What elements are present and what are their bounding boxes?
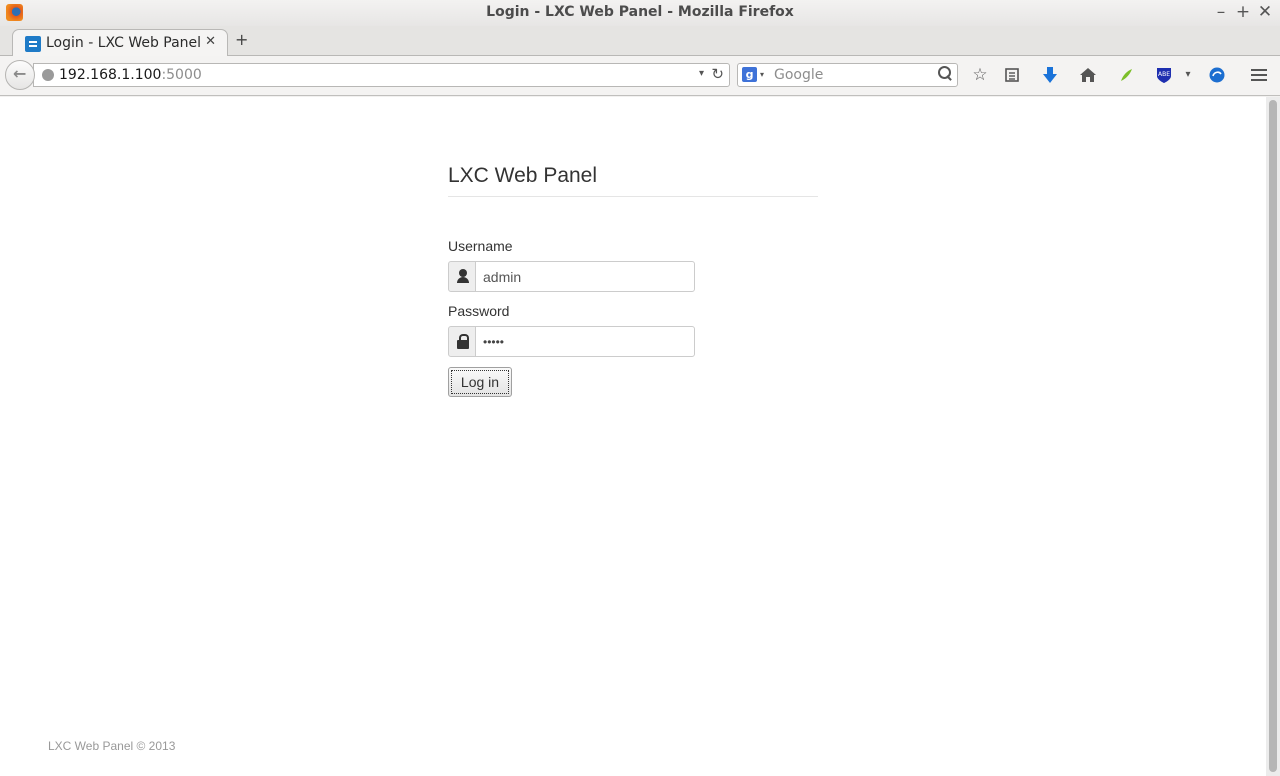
menu-icon[interactable] (1248, 64, 1270, 86)
engine-dropdown-icon[interactable]: ▾ (760, 70, 764, 79)
user-icon (448, 261, 476, 292)
maximize-button[interactable]: + (1234, 2, 1252, 22)
url-host: 192.168.1.100 (59, 67, 162, 83)
home-icon[interactable] (1077, 64, 1099, 86)
minimize-button[interactable]: – (1212, 2, 1230, 22)
globe-icon (42, 69, 54, 81)
username-group: admin (448, 261, 695, 292)
url-text[interactable]: 192.168.1.100:5000 (59, 67, 202, 83)
page-content: LXC Web Panel Username admin Password ••… (0, 97, 1266, 776)
scrollbar-thumb[interactable] (1269, 100, 1277, 772)
reading-list-icon[interactable] (1001, 64, 1023, 86)
url-bar[interactable]: 192.168.1.100:5000 ▾ ↻ (33, 63, 730, 87)
search-bar[interactable]: g ▾ Google (737, 63, 958, 87)
password-field[interactable]: ••••• (475, 326, 695, 357)
page-title: LXC Web Panel (448, 164, 598, 187)
new-tab-button[interactable]: + (235, 30, 248, 49)
navigation-toolbar: 192.168.1.100:5000 ▾ ↻ g ▾ Google ☆ ABE … (0, 56, 1280, 96)
search-input[interactable]: Google (774, 67, 823, 83)
back-button[interactable] (5, 60, 35, 90)
search-icon[interactable] (938, 66, 953, 81)
lock-icon (448, 326, 476, 357)
tab-title: Login - LXC Web Panel (46, 35, 202, 51)
url-history-dropdown-icon[interactable]: ▾ (699, 68, 704, 79)
sync-icon[interactable] (1206, 64, 1228, 86)
window-title: Login - LXC Web Panel - Mozilla Firefox (486, 4, 794, 20)
window-titlebar: Login - LXC Web Panel - Mozilla Firefox … (0, 0, 1280, 26)
url-port: :5000 (161, 67, 202, 83)
leaf-icon[interactable] (1115, 64, 1137, 86)
login-button[interactable]: Log in (448, 367, 512, 397)
footer-copyright: LXC Web Panel © 2013 (48, 739, 176, 753)
tab-strip: Login - LXC Web Panel ✕ (0, 26, 1280, 57)
tab-login[interactable]: Login - LXC Web Panel ✕ (12, 29, 228, 57)
tab-close-icon[interactable]: ✕ (205, 34, 216, 49)
abe-icon[interactable]: ABE (1153, 64, 1175, 86)
bookmark-star-icon[interactable]: ☆ (969, 64, 991, 86)
title-divider (448, 196, 818, 197)
close-window-button[interactable]: ✕ (1256, 2, 1274, 22)
username-field[interactable]: admin (475, 261, 695, 292)
lxc-favicon-icon (25, 36, 41, 52)
password-group: ••••• (448, 326, 695, 357)
vertical-scrollbar[interactable] (1266, 97, 1280, 776)
password-label: Password (448, 303, 510, 319)
reload-icon[interactable]: ↻ (711, 65, 724, 83)
username-label: Username (448, 238, 513, 254)
svg-text:ABE: ABE (1158, 71, 1170, 78)
abe-dropdown-icon[interactable]: ▾ (1177, 64, 1199, 86)
google-engine-icon[interactable]: g (742, 67, 757, 82)
downloads-icon[interactable] (1039, 64, 1061, 86)
